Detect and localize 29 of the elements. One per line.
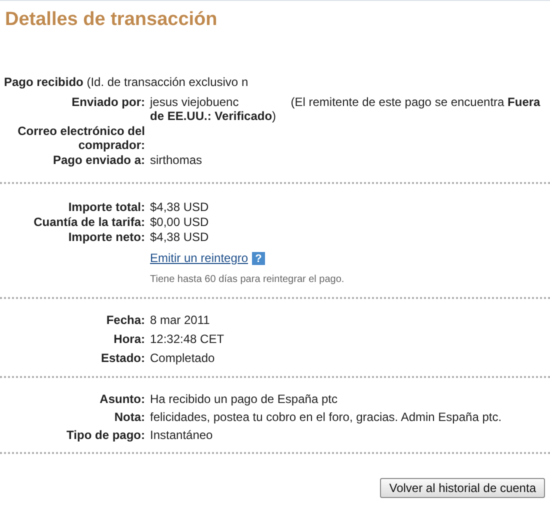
field-value: 8 mar 2011 <box>150 313 210 328</box>
field-label: Correo electrónico del comprador: <box>16 124 145 152</box>
page-title: Detalles de transacción <box>5 9 218 31</box>
field-value: $0,00 USD <box>150 215 209 229</box>
payment-received-text: Pago recibido (Id. de transacción exclusivo n <box>4 75 250 89</box>
field-value: sirthomas <box>150 153 202 167</box>
field-label: Enviado por: <box>70 95 145 111</box>
refund-hint: Tiene hasta 60 días para reintegrar el pago. <box>150 274 344 286</box>
field-label: Importe neto: <box>67 230 145 244</box>
field-value: $4,38 USD <box>150 230 209 244</box>
field-value: Completado <box>150 351 215 366</box>
field-label: Nota: <box>113 410 145 424</box>
field-value: $4,38 USD <box>150 200 209 214</box>
field-label: Importe total: <box>67 200 145 214</box>
field-label: Hora: <box>112 332 145 346</box>
back-to-history-button[interactable]: Volver al historial de cuenta <box>380 478 545 498</box>
refund-link[interactable]: Emitir un reintegro <box>150 251 248 265</box>
field-label: Cuantía de la tarifa: <box>32 215 145 229</box>
field-label: Tipo de pago: <box>66 428 145 442</box>
sender-text: jesus viejobuenc (El remitente de este pago se encuentra Fuera de EE.UU.: Verificado) <box>150 95 542 123</box>
field-label: Asunto: <box>98 392 145 406</box>
field-value: 12:32:48 CET <box>150 332 224 346</box>
field-value: felicidades, postea tu cobro en el foro, gracias. Admin España ptc. <box>150 410 502 424</box>
field-label: Estado: <box>100 351 145 366</box>
field-value: Ha recibido un pago de España ptc <box>150 392 338 406</box>
field-value: Instantáneo <box>150 428 213 442</box>
field-label: Fecha: <box>105 313 145 328</box>
field-label: Pago enviado a: <box>52 153 145 167</box>
help-icon[interactable]: ? <box>252 252 266 266</box>
